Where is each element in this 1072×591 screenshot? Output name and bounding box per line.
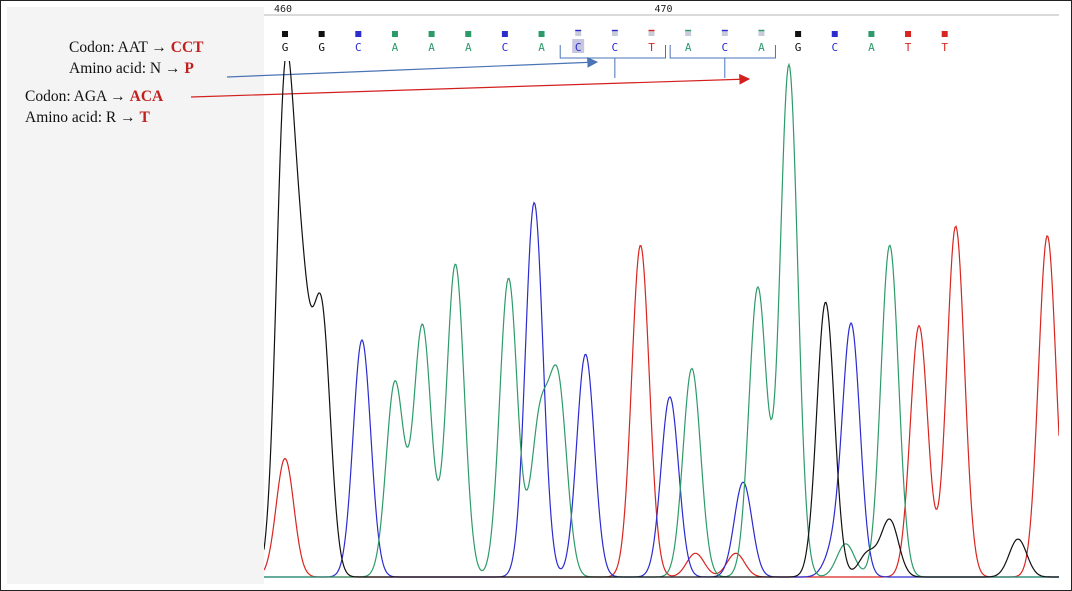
position-label-1: 470 [655, 4, 673, 15]
base-call-letter: T [648, 41, 655, 54]
base-call-letter: A [685, 41, 692, 54]
base-marker-uncertain [685, 31, 692, 36]
base-call-letter: C [575, 41, 582, 54]
base-call-letter: A [428, 41, 435, 54]
figure-frame: Codon: AAT → CCT Amino acid: N → P Codon… [0, 0, 1072, 591]
arrow-codon-1 [226, 56, 599, 78]
base-marker-uncertain [758, 31, 765, 36]
base-call-letter: A [392, 41, 399, 54]
base-call-letter: G [795, 41, 802, 54]
base-call-letter: C [355, 41, 362, 54]
base-marker [428, 31, 435, 37]
base-marker [831, 31, 838, 37]
base-marker [941, 31, 948, 37]
base-call-letter: C [721, 41, 728, 54]
base-call-letter: T [941, 41, 948, 54]
base-marker [282, 31, 288, 37]
base-call-letter: C [831, 41, 838, 54]
base-call-letter: C [612, 41, 619, 54]
base-marker [501, 31, 508, 37]
base-marker [868, 31, 875, 37]
base-marker [318, 31, 325, 37]
base-call-letter: T [905, 41, 912, 54]
base-call-letter: A [758, 41, 765, 54]
base-marker [795, 31, 802, 37]
base-call-letter: A [868, 41, 875, 54]
base-call-letter: A [465, 41, 472, 54]
base-call-letter: G [318, 41, 325, 54]
base-marker-uncertain [575, 31, 582, 36]
base-marker-uncertain [648, 31, 655, 36]
base-marker [465, 31, 472, 37]
trace-C [264, 201, 1059, 578]
trace-A [264, 62, 1059, 578]
chromatogram-svg: 460 470 G G C A A A C A C C T A C A G C A T T [190, 4, 1059, 578]
base-call-letter: C [502, 41, 509, 54]
base-marker [538, 31, 545, 37]
base-marker [391, 31, 398, 37]
position-label-0: 460 [274, 4, 292, 15]
base-marker [355, 31, 362, 37]
base-marker-uncertain [611, 31, 618, 36]
base-marker [905, 31, 912, 37]
arrow-codon-2 [190, 73, 751, 98]
base-call-letter: A [538, 41, 545, 54]
base-call-letter: G [282, 41, 289, 54]
trace-T [264, 225, 1059, 578]
base-marker-uncertain [721, 31, 728, 36]
